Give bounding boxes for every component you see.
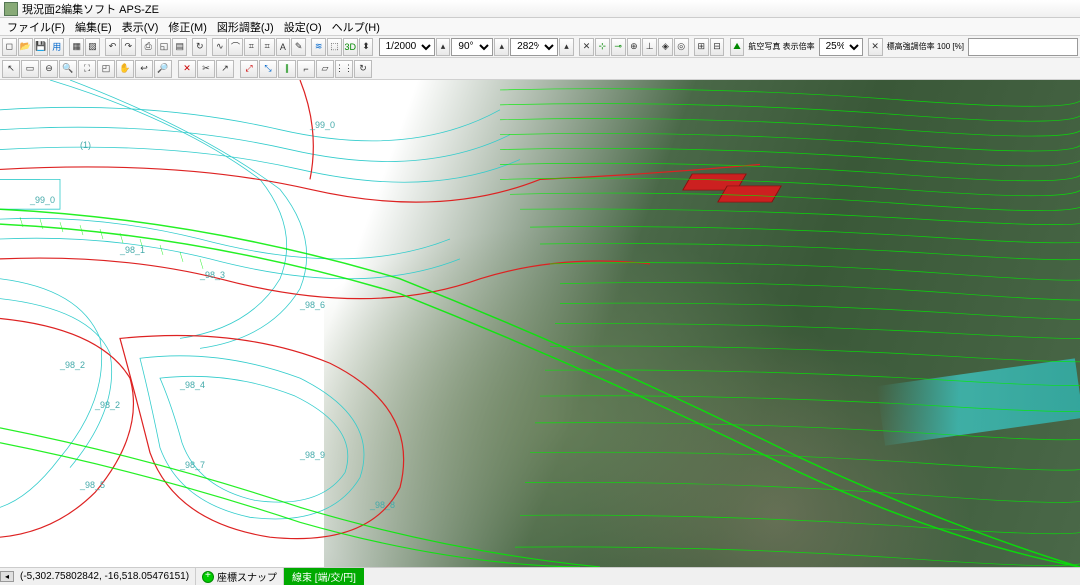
zoom-up-icon[interactable]: ▴ — [559, 38, 574, 56]
contour-label: _98_2 — [95, 400, 120, 410]
snap-indicator-icon — [202, 571, 214, 583]
ratio-label: 標高強調倍率 100 [%] — [884, 43, 967, 51]
curve-icon[interactable]: ⌒ — [228, 38, 243, 56]
delete-icon[interactable]: ✕ — [178, 60, 196, 78]
refresh-icon[interactable]: ↻ — [192, 38, 207, 56]
menubar: ファイル(F) 編集(E) 表示(V) 修正(M) 図形調整(J) 設定(O) … — [0, 18, 1080, 36]
angle-up-icon[interactable]: ▴ — [494, 38, 509, 56]
rotate-icon[interactable]: ↻ — [354, 60, 372, 78]
contour-label: _98_5 — [80, 480, 105, 490]
new-icon[interactable]: ◻ — [2, 38, 17, 56]
scroll-left-icon[interactable]: ◂ — [0, 571, 14, 582]
snap-int-icon[interactable]: ⊕ — [627, 38, 642, 56]
undo-icon[interactable]: ↶ — [105, 38, 120, 56]
contour-label: _98_7 — [180, 460, 205, 470]
contour-label: _98_1 — [120, 245, 145, 255]
edit-icon[interactable]: ✎ — [291, 38, 306, 56]
snap-mid-icon[interactable]: ⊸ — [611, 38, 626, 56]
pan-icon[interactable]: ✋ — [116, 60, 134, 78]
contour-label: _99_0 — [30, 195, 55, 205]
magnify-icon[interactable]: 🔎 — [154, 60, 172, 78]
contour-label: _98_2 — [60, 360, 85, 370]
polyline-icon[interactable]: ∿ — [212, 38, 227, 56]
text-icon[interactable]: A — [276, 38, 291, 56]
contour-label: _98_9 — [300, 450, 325, 460]
menu-settings[interactable]: 設定(O) — [279, 17, 327, 37]
contour-label: _98_6 — [300, 300, 325, 310]
contour-label: _99_0 — [310, 120, 335, 130]
color-icon[interactable]: ▨ — [85, 38, 100, 56]
tool-calc-icon[interactable]: 用 — [49, 38, 64, 56]
contour-label: _98_4 — [180, 380, 205, 390]
scale-combo[interactable]: 1/2000 — [379, 38, 435, 56]
grid-icon[interactable]: ⊞ — [694, 38, 709, 56]
pointer-icon[interactable]: ↖ — [2, 60, 20, 78]
app-icon — [4, 2, 18, 16]
break-icon[interactable]: ⤢ — [240, 60, 258, 78]
fillet-icon[interactable]: ⌐ — [297, 60, 315, 78]
angle-combo[interactable]: 90° — [451, 38, 493, 56]
preview-icon[interactable]: ◱ — [157, 38, 172, 56]
terrain-icon[interactable]: ⛰ — [730, 38, 745, 56]
mirror-icon[interactable]: ▱ — [316, 60, 334, 78]
open-icon[interactable]: 📂 — [18, 38, 33, 56]
titlebar: 現況面2編集ソフト APS-ZE — [0, 0, 1080, 18]
snap-near-icon[interactable]: ◈ — [658, 38, 673, 56]
menu-view[interactable]: 表示(V) — [117, 17, 164, 37]
scale-up-icon[interactable]: ▴ — [436, 38, 451, 56]
menu-edit[interactable]: 編集(E) — [70, 17, 117, 37]
canvas[interactable]: (1) _99_0 _98_1 _98_3 _98_6 _98_2 _98_2 … — [0, 80, 1080, 567]
page-icon[interactable]: ▤ — [172, 38, 187, 56]
menu-modify[interactable]: 修正(M) — [163, 17, 212, 37]
close2-icon[interactable]: ✕ — [868, 38, 883, 56]
app-title: 現況面2編集ソフト APS-ZE — [22, 1, 159, 17]
contour-overlay — [0, 80, 1080, 567]
zoom-win-icon[interactable]: ◰ — [97, 60, 115, 78]
zoom-fit-icon[interactable]: ⛶ — [78, 60, 96, 78]
status-coords: (-5,302.75802842, -16,518.05476151) — [14, 568, 196, 585]
zoom-in-icon[interactable]: 🔍 — [59, 60, 77, 78]
grid2-icon[interactable]: ⊟ — [710, 38, 725, 56]
trim-icon[interactable]: ✂ — [197, 60, 215, 78]
zoom-out-icon[interactable]: ⊖ — [40, 60, 58, 78]
section-icon[interactable]: ⬍ — [359, 38, 374, 56]
surface-icon[interactable]: ⬚ — [327, 38, 342, 56]
zoom-prev-icon[interactable]: ↩ — [135, 60, 153, 78]
contour-label: _98_3 — [200, 270, 225, 280]
ratio-input[interactable] — [968, 38, 1078, 56]
array-icon[interactable]: ⋮⋮ — [335, 60, 353, 78]
menu-file[interactable]: ファイル(F) — [2, 17, 70, 37]
status-snap[interactable]: 座標スナップ — [196, 568, 284, 585]
join-icon[interactable]: ⤡ — [259, 60, 277, 78]
status-mode[interactable]: 線束 [端/交/円] — [284, 568, 364, 585]
toolbar-1: ◻ 📂 💾 用 ▦ ▨ ↶ ↷ ⎙ ◱ ▤ ↻ ∿ ⌒ ⌗ ⌗ A ✎ ≋ ⬚ … — [0, 36, 1080, 58]
snap-cen-icon[interactable]: ◎ — [674, 38, 689, 56]
extend-icon[interactable]: ↗ — [216, 60, 234, 78]
menu-shape[interactable]: 図形調整(J) — [212, 17, 279, 37]
layer-icon[interactable]: ▦ — [69, 38, 84, 56]
menu-help[interactable]: ヘルプ(H) — [327, 17, 385, 37]
contour-label: _98_8 — [370, 500, 395, 510]
redo-icon[interactable]: ↷ — [121, 38, 136, 56]
close-tool-icon[interactable]: ✕ — [579, 38, 594, 56]
contour-label: (1) — [80, 140, 91, 150]
aerial-combo[interactable]: 25% — [819, 38, 863, 56]
3d-icon[interactable]: 3D — [343, 38, 358, 56]
aerial-label: 航空写真 表示倍率 — [745, 43, 817, 51]
zoom-combo[interactable]: 282% — [510, 38, 558, 56]
mesh-icon[interactable]: ⌗ — [244, 38, 259, 56]
select-rect-icon[interactable]: ▭ — [21, 60, 39, 78]
contour-icon[interactable]: ≋ — [311, 38, 326, 56]
print-icon[interactable]: ⎙ — [141, 38, 156, 56]
save-icon[interactable]: 💾 — [34, 38, 49, 56]
statusbar: ◂ (-5,302.75802842, -16,518.05476151) 座標… — [0, 567, 1080, 585]
mesh2-icon[interactable]: ⌗ — [260, 38, 275, 56]
snap-perp-icon[interactable]: ⊥ — [642, 38, 657, 56]
offset-icon[interactable]: ∥ — [278, 60, 296, 78]
snap-end-icon[interactable]: ⊹ — [595, 38, 610, 56]
toolbar-2: ↖ ▭ ⊖ 🔍 ⛶ ◰ ✋ ↩ 🔎 ✕ ✂ ↗ ⤢ ⤡ ∥ ⌐ ▱ ⋮⋮ ↻ — [0, 58, 1080, 80]
